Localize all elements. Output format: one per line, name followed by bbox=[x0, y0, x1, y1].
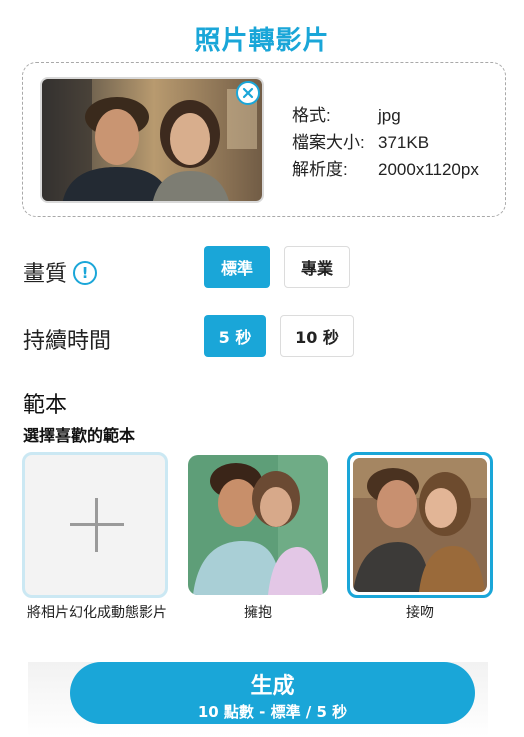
templates-heading: 範本 bbox=[23, 393, 68, 418]
templates-subheading: 選擇喜歡的範本 bbox=[23, 426, 136, 445]
template-custom-card[interactable] bbox=[22, 452, 168, 598]
template-hug-label: 擁抱 bbox=[244, 605, 272, 621]
template-custom-label: 將相片幻化成動態影片 bbox=[27, 605, 167, 621]
hug-thumbnail bbox=[188, 455, 328, 595]
quality-label-text: 畫質 bbox=[23, 262, 68, 287]
duration-label: 持續時間 bbox=[23, 329, 112, 354]
size-value: 371KB bbox=[378, 133, 430, 152]
generate-label: 生成 bbox=[250, 674, 295, 699]
resolution-row: 解析度: 2000x1120px bbox=[292, 156, 479, 183]
quality-label: 畫質! bbox=[23, 256, 98, 288]
size-row: 檔案大小: 371KB bbox=[292, 129, 479, 156]
duration-5s-button[interactable]: 5 秒 bbox=[204, 315, 266, 357]
info-icon[interactable]: ! bbox=[73, 261, 98, 285]
file-info: 格式: jpg 檔案大小: 371KB 解析度: 2000x1120px bbox=[292, 102, 479, 183]
resolution-label: 解析度: bbox=[292, 160, 348, 179]
duration-10s-button[interactable]: 10 秒 bbox=[280, 315, 354, 357]
page-title: 照片轉影片 bbox=[194, 26, 330, 56]
size-label: 檔案大小: bbox=[292, 133, 365, 152]
generate-button[interactable]: 生成 10 點數 - 標準 / 5 秒 bbox=[70, 662, 475, 724]
kiss-thumbnail bbox=[353, 458, 487, 592]
template-kiss-card[interactable] bbox=[347, 452, 493, 598]
quality-pro-button[interactable]: 專業 bbox=[284, 246, 350, 288]
template-hug-card[interactable] bbox=[188, 455, 328, 595]
format-value: jpg bbox=[378, 106, 401, 125]
uploaded-photo-thumbnail bbox=[40, 77, 264, 203]
format-label: 格式: bbox=[292, 106, 331, 125]
quality-standard-button[interactable]: 標準 bbox=[204, 246, 270, 288]
format-row: 格式: jpg bbox=[292, 102, 479, 129]
close-icon bbox=[242, 87, 254, 99]
template-kiss-label: 接吻 bbox=[406, 605, 434, 621]
generate-detail: 10 點數 - 標準 / 5 秒 bbox=[197, 703, 348, 721]
remove-photo-button[interactable] bbox=[236, 81, 260, 105]
resolution-value: 2000x1120px bbox=[378, 160, 479, 179]
